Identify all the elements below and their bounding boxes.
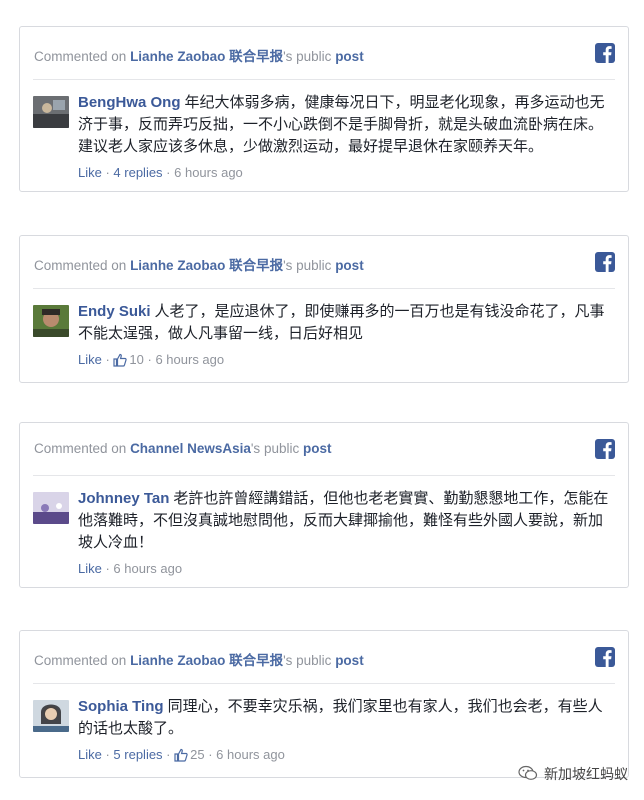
timestamp[interactable]: 6 hours ago: [155, 352, 224, 367]
separator: ·: [162, 165, 175, 180]
replies-link[interactable]: 4 replies: [113, 165, 162, 180]
page-link[interactable]: Lianhe Zaobao 联合早报: [130, 258, 283, 273]
facebook-icon[interactable]: [595, 43, 615, 63]
watermark: 新加坡红蚂蚁: [518, 764, 628, 784]
thumbs-up-icon: [174, 747, 188, 769]
comment-card-1: Commented on Lianhe Zaobao 联合早报's public…: [19, 26, 629, 192]
like-link[interactable]: Like: [78, 165, 102, 180]
author-name[interactable]: Endy Suki: [78, 303, 151, 320]
post-link[interactable]: post: [335, 653, 364, 668]
author-name[interactable]: Johnney Tan: [78, 490, 169, 507]
timestamp[interactable]: 6 hours ago: [174, 165, 243, 180]
separator: ·: [204, 747, 217, 762]
separator: ·: [101, 747, 114, 762]
separator: ·: [101, 352, 114, 367]
comment-meta: Like · 4 replies · 6 hours ago: [78, 162, 615, 184]
commented-on-label: Commented on: [34, 258, 131, 273]
comment-body: Sophia Ting 同理心，不要幸灾乐祸，我们家里也有家人，我们也会老，有些人…: [78, 696, 615, 769]
watermark-text: 新加坡红蚂蚁: [544, 766, 628, 782]
public-label: 's public: [250, 441, 303, 456]
comment-meta: Like · 10 · 6 hours ago: [78, 349, 615, 374]
page-link[interactable]: Channel NewsAsia: [130, 441, 251, 456]
like-link[interactable]: Like: [78, 561, 102, 576]
like-count: 25: [190, 747, 205, 762]
timestamp[interactable]: 6 hours ago: [216, 747, 285, 762]
wechat-icon: [518, 765, 538, 784]
post-link[interactable]: post: [335, 49, 364, 64]
header-text: Commented on Channel NewsAsia's public p…: [34, 441, 331, 456]
post-link[interactable]: post: [303, 441, 332, 456]
comment-meta: Like · 6 hours ago: [78, 558, 615, 580]
replies-link[interactable]: 5 replies: [113, 747, 162, 762]
post-link[interactable]: post: [335, 258, 364, 273]
like-link[interactable]: Like: [78, 747, 102, 762]
comment-card-4: Commented on Lianhe Zaobao 联合早报's public…: [19, 630, 629, 778]
facebook-icon[interactable]: [595, 439, 615, 459]
separator: ·: [101, 561, 114, 576]
thumbs-up-icon: [113, 352, 128, 374]
separator: ·: [162, 747, 175, 762]
timestamp[interactable]: 6 hours ago: [113, 561, 182, 576]
card-header: Commented on Lianhe Zaobao 联合早报's public…: [33, 27, 615, 80]
avatar[interactable]: [33, 700, 69, 732]
author-name[interactable]: BengHwa Ong: [78, 94, 181, 111]
header-text: Commented on Lianhe Zaobao 联合早报's public…: [34, 45, 364, 65]
avatar[interactable]: [33, 96, 69, 128]
commented-on-label: Commented on: [34, 441, 131, 456]
separator: ·: [101, 165, 114, 180]
separator: ·: [143, 352, 156, 367]
like-link[interactable]: Like: [78, 352, 102, 367]
card-header: Commented on Lianhe Zaobao 联合早报's public…: [33, 236, 615, 289]
comment-body: Endy Suki 人老了，是应退休了，即使赚再多的一百万也是有钱没命花了，凡事不…: [78, 301, 615, 374]
comment-body: Johnney Tan 老許也許曾經講錯話，但他也老老實實、勤勤懇懇地工作，怎能在…: [78, 488, 615, 580]
page-link[interactable]: Lianhe Zaobao 联合早报: [130, 653, 283, 668]
commented-on-label: Commented on: [34, 653, 131, 668]
like-count: 10: [129, 352, 144, 367]
comment-text: 人老了，是应退休了，即使赚再多的一百万也是有钱没命花了，凡事不能太逞强，做人凡事…: [78, 303, 605, 342]
header-text: Commented on Lianhe Zaobao 联合早报's public…: [34, 254, 364, 274]
public-label: 's public: [283, 653, 336, 668]
commented-on-label: Commented on: [34, 49, 131, 64]
comment-body: BengHwa Ong 年纪大体弱多病，健康每况日下，明显老化现象，再多运动也无济…: [78, 92, 615, 184]
facebook-icon[interactable]: [595, 252, 615, 272]
avatar[interactable]: [33, 492, 69, 524]
author-name[interactable]: Sophia Ting: [78, 698, 164, 715]
card-header: Commented on Lianhe Zaobao 联合早报's public…: [33, 631, 615, 684]
header-text: Commented on Lianhe Zaobao 联合早报's public…: [34, 649, 364, 669]
avatar[interactable]: [33, 305, 69, 337]
facebook-icon[interactable]: [595, 647, 615, 667]
public-label: 's public: [283, 258, 336, 273]
card-header: Commented on Channel NewsAsia's public p…: [33, 423, 615, 476]
comment-card-3: Commented on Channel NewsAsia's public p…: [19, 422, 629, 588]
public-label: 's public: [283, 49, 336, 64]
page-link[interactable]: Lianhe Zaobao 联合早报: [130, 49, 283, 64]
comment-card-2: Commented on Lianhe Zaobao 联合早报's public…: [19, 235, 629, 383]
